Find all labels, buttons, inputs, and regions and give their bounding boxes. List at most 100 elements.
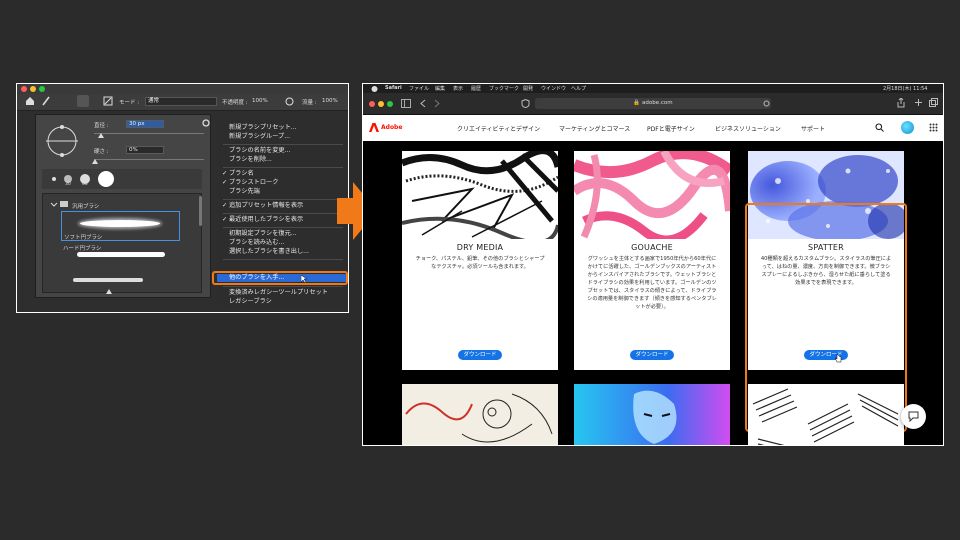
search-icon[interactable] (875, 123, 884, 132)
privacy-shield-icon[interactable] (521, 99, 530, 108)
brush-angle-icon[interactable] (44, 123, 80, 159)
avatar[interactable] (901, 121, 914, 134)
minimize-dot[interactable] (30, 86, 36, 92)
options-bar: モード : 通常 不透明度 : 100% 流量 : 100% (17, 94, 348, 111)
menu-item-brush-stroke[interactable]: ✓ ブラシストローク (217, 179, 348, 187)
menu-item-legacy-brushes[interactable]: レガシーブラシ (217, 298, 348, 306)
brush-card-dry-media: DRY MEDIA チョーク、パステル、鉛筆、その他のブラシとシャープなテクスチ… (402, 151, 558, 370)
opacity-value[interactable]: 100% (252, 98, 268, 104)
menubar-clock[interactable]: 2月18日(木) 11:54 (883, 85, 927, 92)
nav-item-support[interactable]: サポート (801, 124, 825, 133)
menu-separator (223, 167, 343, 168)
check-icon: ✓ (222, 179, 228, 186)
brush-preset-picker: 直径 : 30 px 硬さ : 0% 30 60 汎用ブラシ ソフト円ブラシ ハ… (35, 114, 211, 298)
menubar-item-history[interactable]: 履歴 (471, 85, 481, 92)
nav-item-pdf[interactable]: PDFと電子サイン (647, 124, 695, 133)
app-switcher-icon[interactable] (929, 123, 938, 132)
adobe-logo-icon[interactable] (369, 123, 379, 132)
brush-tool-icon[interactable] (41, 96, 51, 106)
address-bar[interactable]: 🔒 adobe.com (535, 98, 771, 109)
tab-overview-icon[interactable] (929, 98, 938, 107)
hardness-input[interactable]: 0% (126, 146, 164, 154)
gear-icon[interactable] (202, 119, 210, 127)
brush-card-row2-2 (574, 384, 730, 445)
menubar-item-edit[interactable]: 編集 (435, 85, 445, 92)
pressure-opacity-icon[interactable] (285, 97, 294, 106)
menu-item-brush-name[interactable]: ✓ ブラシ名 (217, 170, 348, 178)
size-slider-thumb[interactable] (98, 133, 104, 138)
share-icon[interactable] (897, 98, 905, 108)
nav-item-creativity[interactable]: クリエイティビティとデザイン (457, 124, 540, 133)
brush-downloads-content: DRY MEDIA チョーク、パステル、鉛筆、その他のブラシとシャープなテクスチ… (363, 141, 943, 445)
reload-icon[interactable] (763, 100, 770, 107)
brush-item-soft-round[interactable]: ソフト円ブラシ (61, 211, 180, 241)
menubar-item-bookmarks[interactable]: ブックマーク (489, 85, 519, 92)
nav-item-marketing[interactable]: マーケティングとコマース (559, 124, 630, 133)
adobe-logo-text[interactable]: Adobe (381, 124, 402, 131)
nav-item-business[interactable]: ビジネスソリューション (715, 124, 781, 133)
menubar-item-window[interactable]: ウインドウ (541, 85, 566, 92)
menu-item-converted-legacy[interactable]: 変換済みレガシーツールプリセット (217, 289, 348, 297)
recent-brush-2-size: 30 (65, 182, 71, 187)
menu-item-export-brushes[interactable]: 選択したブラシを書き出し... (217, 248, 348, 256)
menu-separator (223, 227, 343, 228)
lock-icon: 🔒 (633, 100, 641, 106)
zoom-dot[interactable] (39, 86, 45, 92)
size-input[interactable]: 30 px (126, 120, 164, 128)
preview-size-thumb[interactable] (106, 289, 112, 294)
flow-value[interactable]: 100% (322, 98, 338, 104)
menu-item-restore-defaults[interactable]: 初期設定ブラシを復元... (217, 230, 348, 238)
chat-button[interactable] (901, 404, 926, 429)
chevron-down-icon[interactable] (49, 201, 59, 209)
download-button[interactable]: ダウンロード (458, 350, 502, 360)
safari-toolbar: 🔒 adobe.com (363, 93, 943, 115)
brush-card-gouache: GOUACHE グワッシュを主体とする画家で1950年代から60年代にかけてに活… (574, 151, 730, 370)
card-description: グワッシュを主体とする画家で1950年代から60年代にかけてに活躍した、ゴールデ… (587, 256, 717, 310)
close-dot[interactable] (369, 101, 375, 107)
soft-round-stroke-preview (80, 220, 160, 227)
recent-brushes: 30 60 (42, 169, 202, 189)
new-tab-icon[interactable] (914, 98, 923, 107)
menubar-item-develop[interactable]: 開発 (523, 85, 533, 92)
size-slider[interactable] (94, 133, 204, 134)
zoom-dot[interactable] (387, 101, 393, 107)
menu-item-import-brushes[interactable]: ブラシを読み込む... (217, 239, 348, 247)
menu-item-new-preset[interactable]: 新規ブラシプリセット... (217, 124, 348, 132)
menubar-item-view[interactable]: 表示 (453, 85, 463, 92)
brush-preset-picker-button[interactable] (77, 95, 89, 107)
menu-separator (223, 213, 343, 214)
menu-item-delete[interactable]: ブラシを削除... (217, 156, 348, 164)
brush-card-row2-1 (402, 384, 558, 445)
menu-item-brush-tip[interactable]: ブラシ先端 (217, 188, 348, 196)
home-icon[interactable] (25, 96, 35, 106)
hard-round-stroke-preview (77, 252, 165, 257)
menubar-item-help[interactable]: ヘルプ (571, 85, 586, 92)
mode-label: モード : (119, 100, 140, 106)
menubar-item-safari[interactable]: Safari (385, 85, 402, 91)
menu-separator (223, 286, 343, 287)
menu-item-show-recent[interactable]: ✓ 最近使用したブラシを表示 (217, 216, 348, 224)
menu-item-new-group[interactable]: 新規ブラシグループ... (217, 133, 348, 141)
mode-select[interactable]: 通常 (145, 97, 217, 106)
ink-sketch-artwork (402, 384, 558, 445)
back-icon[interactable] (419, 99, 427, 108)
sidebar-icon[interactable] (401, 99, 411, 108)
menu-item-show-preset-info[interactable]: ✓ 追加プリセット情報を表示 (217, 202, 348, 210)
apple-icon[interactable] (371, 85, 378, 92)
brush-item-hard-round[interactable]: ハード円ブラシ (61, 244, 180, 272)
hardness-slider-thumb[interactable] (92, 159, 98, 164)
close-dot[interactable] (21, 86, 27, 92)
recent-brush-1[interactable] (52, 177, 56, 181)
recent-brush-4[interactable] (98, 171, 114, 187)
scrollbar[interactable] (199, 196, 202, 226)
card-title: DRY MEDIA (456, 243, 504, 252)
hardness-slider[interactable] (94, 159, 204, 160)
brush-settings-icon[interactable] (103, 96, 113, 106)
menu-item-rename[interactable]: ブラシの名前を変更... (217, 147, 348, 155)
minimize-dot[interactable] (378, 101, 384, 107)
download-button[interactable]: ダウンロード (630, 350, 674, 360)
forward-icon[interactable] (433, 99, 441, 108)
menubar-item-file[interactable]: ファイル (409, 85, 429, 92)
brush-list[interactable]: 汎用ブラシ ソフト円ブラシ ハード円ブラシ (42, 193, 202, 293)
flow-label: 流量 : (302, 100, 317, 106)
